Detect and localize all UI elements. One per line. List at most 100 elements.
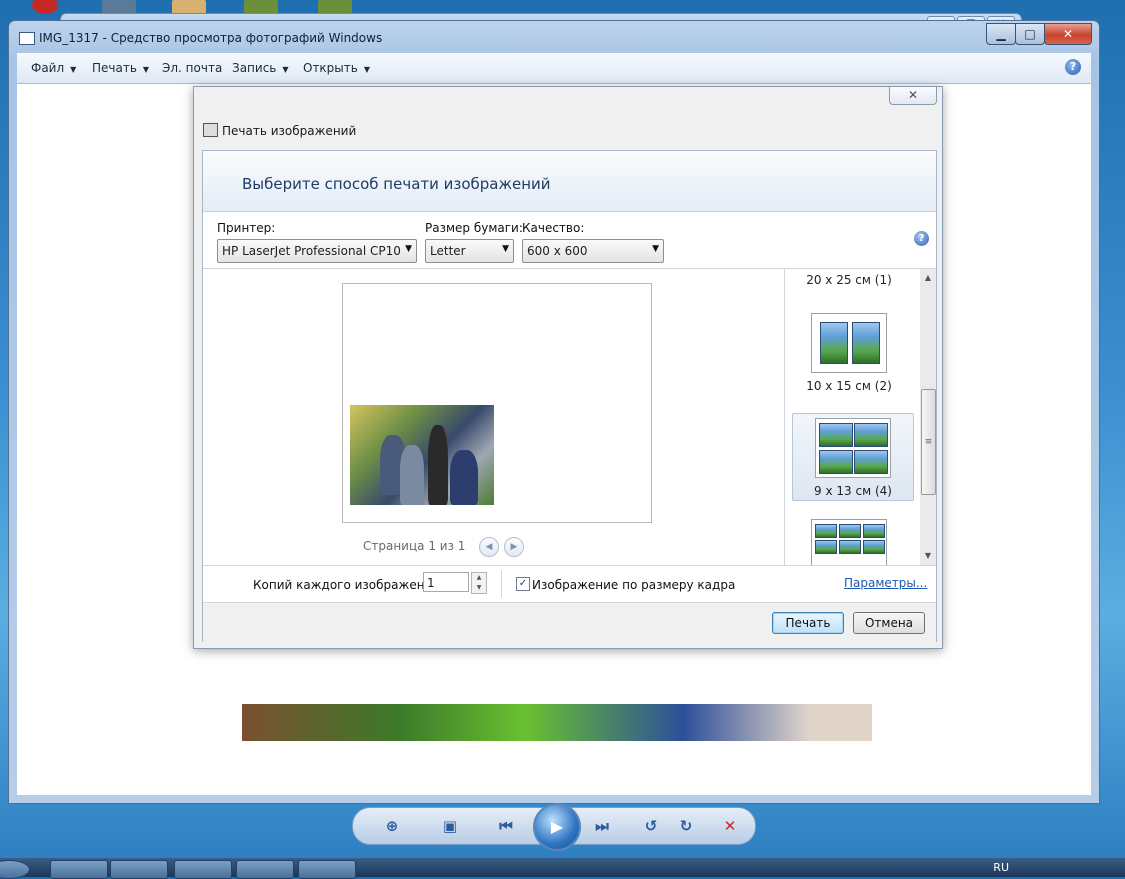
viewer-controls: ⊕ ▣ ⏮ ▶ ⏭ ↺ ↻ ✕	[352, 803, 756, 851]
menu-file[interactable]: Файл ▼	[31, 61, 76, 75]
taskbar-printer[interactable]	[298, 860, 356, 879]
preview-photo	[350, 405, 494, 505]
copies-label: Копий каждого изображения:	[253, 578, 444, 592]
divider	[501, 570, 502, 598]
printer-value: HP LaserJet Professional CP1020 S	[222, 244, 400, 258]
photo-figure	[450, 450, 478, 505]
layout-item[interactable]: 20 x 25 см (1)	[785, 273, 913, 287]
delete-icon[interactable]: ✕	[717, 814, 743, 838]
previous-icon[interactable]: ⏮	[493, 814, 519, 838]
layout-item-selected[interactable]: 9 x 13 см (4)	[792, 413, 914, 501]
copies-input[interactable]: 1	[423, 572, 469, 592]
menu-burn[interactable]: Запись ▼	[232, 61, 289, 75]
layout-label: 20 x 25 см (1)	[806, 273, 892, 287]
photo-image	[242, 704, 872, 741]
layout-label: 10 x 15 см (2)	[806, 379, 892, 393]
layout-cell	[815, 540, 837, 554]
desktop-icon[interactable]	[102, 0, 136, 14]
scroll-down-icon[interactable]: ▼	[920, 549, 936, 563]
scroll-up-icon[interactable]: ▲	[920, 271, 936, 285]
dialog-title: Печать изображений	[222, 124, 357, 138]
quality-label: Качество:	[522, 221, 585, 235]
layout-thumbnail	[811, 313, 887, 373]
quality-value: 600 x 600	[527, 244, 588, 258]
copies-stepper[interactable]: ▲ ▼	[471, 572, 487, 594]
print-preview: Страница 1 из 1 ◀ ▶	[203, 269, 783, 565]
window-title: IMG_1317 - Средство просмотра фотографий…	[39, 31, 383, 45]
slideshow-button[interactable]: ▶	[533, 803, 581, 851]
minimize-button[interactable]: ▁	[986, 23, 1016, 45]
layout-item[interactable]	[785, 519, 913, 565]
print-panel: Выберите способ печати изображений Принт…	[202, 150, 937, 642]
desktop-icon[interactable]	[244, 0, 278, 14]
printer-icon	[203, 123, 218, 137]
chevron-down-icon: ▼	[405, 244, 412, 254]
cancel-button[interactable]: Отмена	[853, 612, 925, 634]
title-bar: IMG_1317 - Средство просмотра фотографий…	[9, 21, 1099, 51]
parameters-link[interactable]: Параметры...	[844, 576, 927, 590]
menu-print[interactable]: Печать ▼	[92, 61, 149, 75]
photo-figure	[428, 425, 448, 505]
chevron-down-icon: ▼	[363, 65, 370, 74]
scroll-thumb[interactable]: ≡	[921, 389, 936, 495]
layout-cell	[854, 450, 888, 474]
app-icon	[19, 32, 35, 45]
desktop-icon[interactable]	[318, 0, 352, 14]
stepper-up-icon[interactable]: ▲	[472, 573, 486, 583]
next-page-icon[interactable]: ▶	[504, 537, 524, 557]
fit-frame-label[interactable]: Изображение по размеру кадра	[532, 578, 735, 592]
menu-email[interactable]: Эл. почта	[162, 61, 222, 75]
options-row: Копий каждого изображения: 1 ▲ ▼ ✓ Изобр…	[203, 565, 936, 602]
previous-page-icon[interactable]: ◀	[479, 537, 499, 557]
layout-cell	[854, 423, 888, 447]
chevron-down-icon: ▼	[142, 65, 150, 74]
zoom-icon[interactable]: ⊕	[379, 814, 405, 838]
taskbar-explorer[interactable]	[50, 860, 108, 879]
dialog-header: Выберите способ печати изображений	[203, 151, 936, 212]
layout-item[interactable]: 10 x 15 см (2)	[785, 313, 913, 393]
taskbar: RU	[0, 858, 1125, 879]
layout-cell	[863, 540, 885, 554]
layout-cell	[819, 450, 853, 474]
layout-cell	[852, 322, 880, 364]
photo-figure	[400, 445, 424, 505]
paper-size-value: Letter	[430, 244, 466, 258]
layout-cell	[815, 524, 837, 538]
fit-window-icon[interactable]: ▣	[437, 814, 463, 838]
taskbar-opera[interactable]	[174, 860, 232, 879]
help-icon[interactable]: ?	[1065, 59, 1081, 75]
print-button[interactable]: Печать	[772, 612, 844, 634]
desktop-icon[interactable]	[172, 0, 206, 14]
layout-cell	[839, 540, 861, 554]
dialog-close-button[interactable]: ✕	[889, 87, 937, 105]
fit-frame-checkbox[interactable]: ✓	[516, 577, 530, 591]
paper-size-select[interactable]: Letter ▼	[425, 239, 514, 263]
layout-cell	[819, 423, 853, 447]
language-indicator[interactable]: RU	[993, 861, 1009, 874]
layout-cell	[820, 322, 848, 364]
quality-select[interactable]: 600 x 600 ▼	[522, 239, 664, 263]
help-icon[interactable]: ?	[914, 231, 929, 246]
stepper-down-icon[interactable]: ▼	[472, 583, 486, 593]
menu-open[interactable]: Открыть ▼	[303, 61, 370, 75]
paper-size-label: Размер бумаги:	[425, 221, 523, 235]
chevron-down-icon: ▼	[502, 244, 509, 254]
rotate-left-icon[interactable]: ↺	[638, 814, 664, 838]
start-button[interactable]	[0, 860, 30, 879]
chevron-down-icon: ▼	[282, 65, 289, 74]
layout-scrollbar[interactable]: ▲ ≡ ▼	[920, 269, 936, 565]
layout-label: 9 x 13 см (4)	[814, 484, 892, 498]
preview-page	[342, 283, 652, 523]
dialog-heading: Выберите способ печати изображений	[242, 175, 551, 193]
rotate-right-icon[interactable]: ↻	[673, 814, 699, 838]
layout-cell	[863, 524, 885, 538]
layout-list: 20 x 25 см (1) 10 x 15 см (2) 9 x 13 см …	[784, 269, 937, 565]
taskbar-photo-viewer[interactable]	[236, 860, 294, 879]
taskbar-media[interactable]	[110, 860, 168, 879]
close-button[interactable]: ✕	[1044, 23, 1092, 45]
desktop-icon[interactable]	[32, 0, 58, 14]
print-dialog: ✕ Печать изображений Выберите способ печ…	[193, 86, 943, 649]
next-icon[interactable]: ⏭	[589, 814, 615, 838]
maximize-button[interactable]: □	[1015, 23, 1045, 45]
printer-select[interactable]: HP LaserJet Professional CP1020 S ▼	[217, 239, 417, 263]
